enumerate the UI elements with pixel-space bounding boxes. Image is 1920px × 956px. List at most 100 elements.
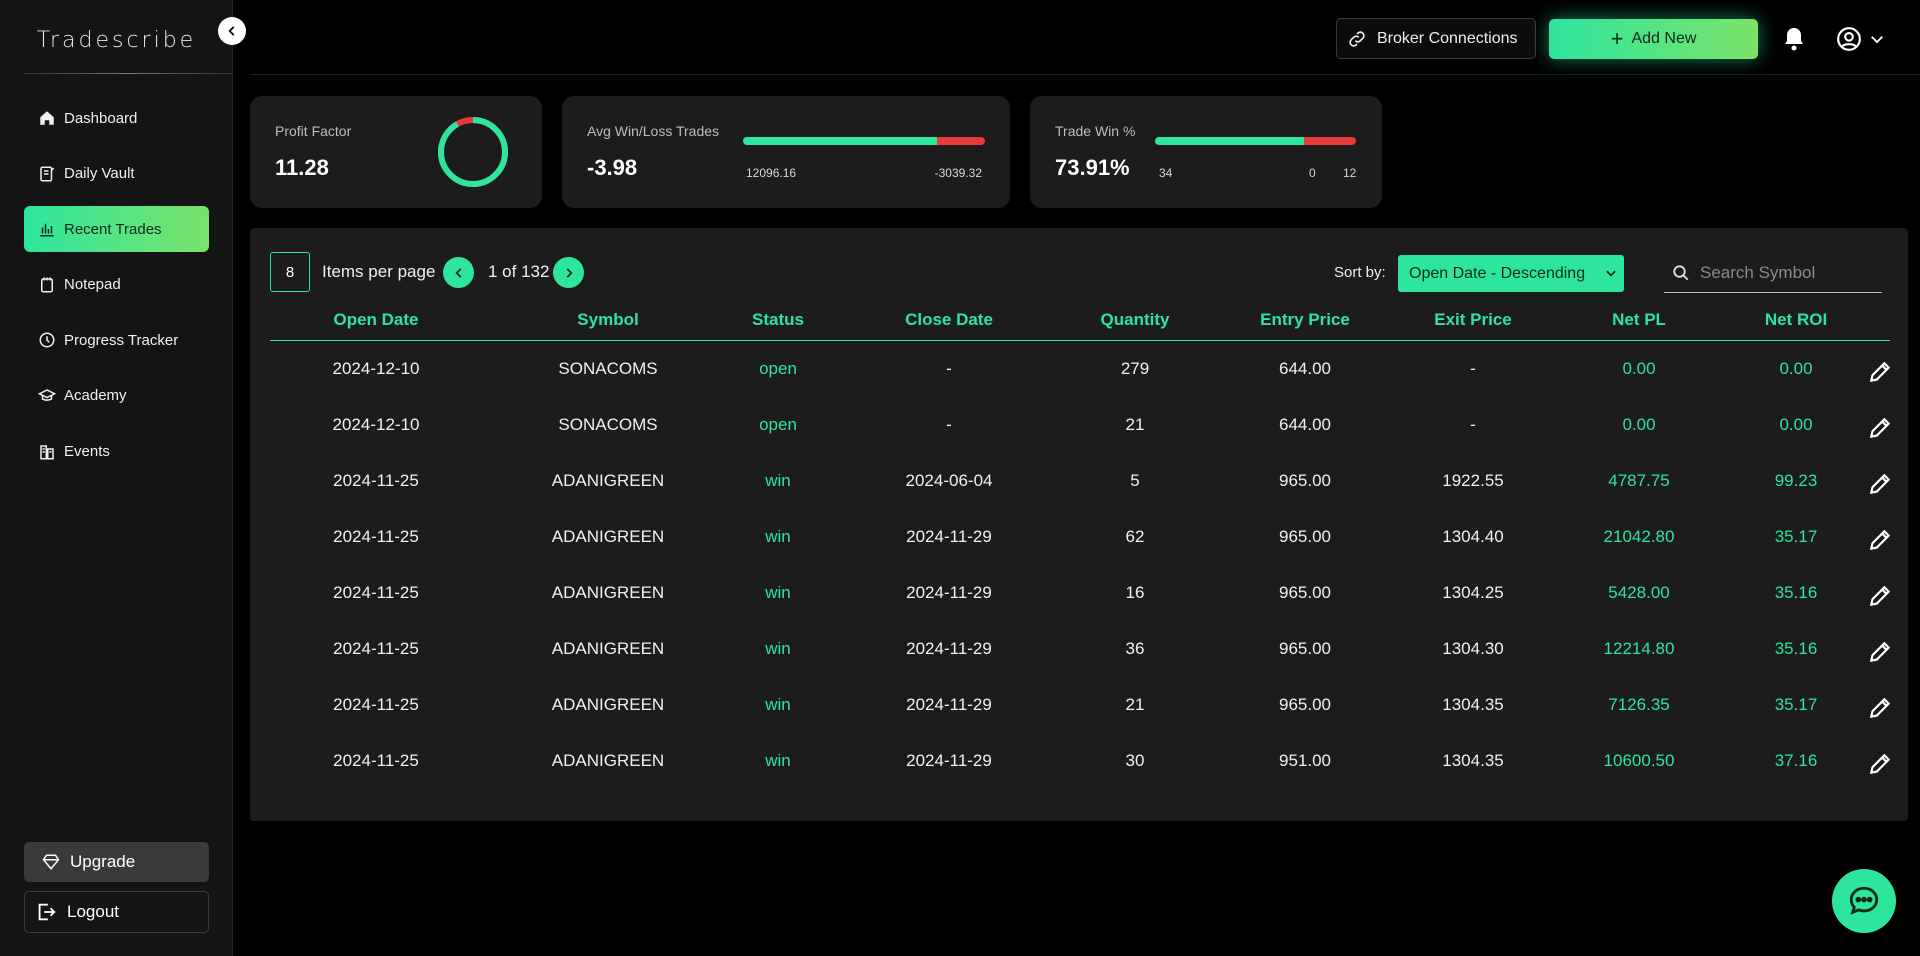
cell-exit-price: 1304.35	[1442, 751, 1504, 770]
cell-quantity: 16	[1125, 583, 1145, 602]
trade-win-card: Trade Win % 73.91% 34 0 12	[1030, 96, 1382, 208]
broker-connections-button[interactable]: Broker Connections	[1336, 18, 1536, 59]
cell-exit-price: 1304.25	[1442, 583, 1504, 602]
cell-net-roi: 0.00	[1779, 359, 1813, 378]
avg-win-loss-card: Avg Win/Loss Trades -3.98 12096.16 -3039…	[562, 96, 1010, 208]
losses-count: 12	[1343, 166, 1357, 180]
upgrade-button[interactable]: Upgrade	[24, 842, 209, 882]
edit-trade-icon[interactable]	[1867, 751, 1893, 782]
table-row[interactable]: 2024-11-25 ADANIGREEN win 2024-06-04 5 965.00…	[270, 456, 1893, 512]
column-header-status[interactable]: Status	[752, 310, 804, 330]
cell-net-pl: 4787.75	[1608, 471, 1670, 490]
column-header-net-roi[interactable]: Net ROI	[1765, 310, 1827, 330]
cell-exit-price: 1304.40	[1442, 527, 1504, 546]
edit-trade-icon[interactable]	[1867, 359, 1893, 390]
cell-net-pl: 0.00	[1622, 359, 1656, 378]
table-row[interactable]: 2024-11-25 ADANIGREEN win 2024-11-29 62 965.0…	[270, 512, 1893, 568]
notifications-bell-icon[interactable]	[1782, 26, 1806, 57]
cell-close-date: -	[946, 415, 952, 434]
table-row[interactable]: 2024-11-25 ADANIGREEN win 2024-11-29 16 965.0…	[270, 568, 1893, 624]
table-row[interactable]: 2024-11-25 ADANIGREEN win 2024-11-29 36 965.0…	[270, 624, 1893, 680]
logout-label: Logout	[67, 902, 119, 921]
cell-symbol: ADANIGREEN	[551, 471, 665, 490]
cell-open-date: 2024-11-25	[333, 471, 419, 490]
column-header-open-date[interactable]: Open Date	[333, 310, 418, 330]
sidebar-item-recent-trades[interactable]: Recent Trades	[24, 206, 209, 253]
prev-page-button[interactable]	[443, 257, 474, 288]
table-row[interactable]: 2024-12-10 SONACOMS open - 279 644.00 - 0.00 0.0…	[270, 344, 1893, 400]
cell-symbol: ADANIGREEN	[551, 751, 665, 770]
column-header-close-date[interactable]: Close Date	[905, 310, 993, 330]
cell-exit-price: 1922.55	[1442, 471, 1504, 490]
avg-win-loss-label: Avg Win/Loss Trades	[587, 123, 720, 139]
trades-panel: 8 Items per page 1 of 132 Sort by: Open …	[250, 228, 1908, 821]
column-header-quantity[interactable]: Quantity	[1101, 310, 1170, 330]
edit-trade-icon[interactable]	[1867, 695, 1893, 726]
edit-trade-icon[interactable]	[1867, 639, 1893, 670]
table-header: Open Date Symbol Status Close Date Quantity E…	[270, 308, 1890, 341]
cell-quantity: 30	[1125, 751, 1145, 770]
edit-trade-icon[interactable]	[1867, 527, 1893, 558]
sidebar-item-notepad[interactable]: Notepad	[24, 262, 209, 308]
sidebar-item-label: Notepad	[64, 276, 121, 294]
cell-net-pl: 5428.00	[1608, 583, 1670, 602]
search-symbol-input[interactable]: Search Symbol	[1664, 254, 1882, 293]
cell-status: win	[765, 527, 791, 546]
cell-close-date: 2024-11-29	[906, 639, 992, 658]
table-row[interactable]: 2024-12-10 SONACOMS open - 21 644.00 - 0.00 0.00	[270, 400, 1893, 456]
sidebar-item-events[interactable]: Events	[24, 429, 209, 475]
edit-trade-icon[interactable]	[1867, 415, 1893, 446]
table-row[interactable]: 2024-11-25 ADANIGREEN win 2024-11-29 21 965.0…	[270, 680, 1893, 736]
column-header-net-pl[interactable]: Net PL	[1612, 310, 1666, 330]
diamond-icon	[42, 854, 60, 870]
cell-exit-price: 1304.35	[1442, 695, 1504, 714]
logout-button[interactable]: Logout	[24, 891, 209, 933]
cell-entry-price: 965.00	[1279, 471, 1331, 490]
cell-entry-price: 965.00	[1279, 639, 1331, 658]
cell-open-date: 2024-11-25	[333, 751, 419, 770]
sidebar-item-label: Events	[64, 443, 110, 461]
column-header-entry-price[interactable]: Entry Price	[1260, 310, 1350, 330]
sidebar-item-label: Recent Trades	[64, 220, 162, 238]
cell-entry-price: 644.00	[1279, 359, 1331, 378]
trade-win-bar-wins	[1155, 137, 1304, 145]
sidebar-item-progress-tracker[interactable]: Progress Tracker	[24, 317, 209, 363]
chevron-right-icon	[566, 267, 573, 278]
link-icon	[1349, 30, 1365, 47]
user-menu[interactable]	[1836, 26, 1886, 52]
sidebar-item-dashboard[interactable]: Dashboard	[24, 95, 209, 141]
cell-symbol: ADANIGREEN	[551, 527, 665, 546]
cell-close-date: 2024-11-29	[906, 751, 992, 770]
profit-factor-card: Profit Factor 11.28	[250, 96, 542, 208]
cell-exit-price: 1304.30	[1442, 639, 1504, 658]
column-header-exit-price[interactable]: Exit Price	[1434, 310, 1512, 330]
table-row[interactable]: 2024-11-25 ADANIGREEN win 2024-11-29 30 951.0…	[270, 736, 1893, 792]
avg-win-loss-bar	[743, 137, 985, 145]
edit-trade-icon[interactable]	[1867, 583, 1893, 614]
collapse-sidebar-button[interactable]	[218, 17, 246, 45]
cell-entry-price: 965.00	[1279, 695, 1331, 714]
column-header-symbol[interactable]: Symbol	[577, 310, 638, 330]
chat-support-button[interactable]	[1832, 869, 1896, 933]
sidebar-item-label: Dashboard	[64, 109, 138, 127]
edit-trade-icon[interactable]	[1867, 471, 1893, 502]
sidebar-item-academy[interactable]: Academy	[24, 373, 209, 419]
cell-net-roi: 35.17	[1774, 527, 1818, 546]
cell-symbol: ADANIGREEN	[551, 695, 665, 714]
next-page-button[interactable]	[553, 257, 584, 288]
cell-close-date: 2024-11-29	[906, 695, 992, 714]
add-new-button[interactable]: + Add New	[1549, 19, 1758, 59]
sidebar-nav: Dashboard Daily Vault Recent Trades Note…	[24, 95, 209, 484]
sidebar-item-daily-vault[interactable]: Daily Vault	[24, 151, 209, 197]
cell-entry-price: 951.00	[1279, 751, 1331, 770]
home-icon	[40, 111, 54, 125]
chevron-down-icon	[1606, 270, 1616, 277]
cell-quantity: 5	[1130, 471, 1140, 490]
sort-select[interactable]: Open Date - Descending	[1398, 255, 1624, 292]
cell-status: win	[765, 471, 791, 490]
cell-entry-price: 965.00	[1279, 527, 1331, 546]
cell-net-roi: 35.16	[1774, 583, 1818, 602]
clock-icon	[39, 332, 55, 348]
items-per-page-input[interactable]: 8	[270, 252, 310, 292]
wins-count: 34	[1159, 166, 1173, 180]
